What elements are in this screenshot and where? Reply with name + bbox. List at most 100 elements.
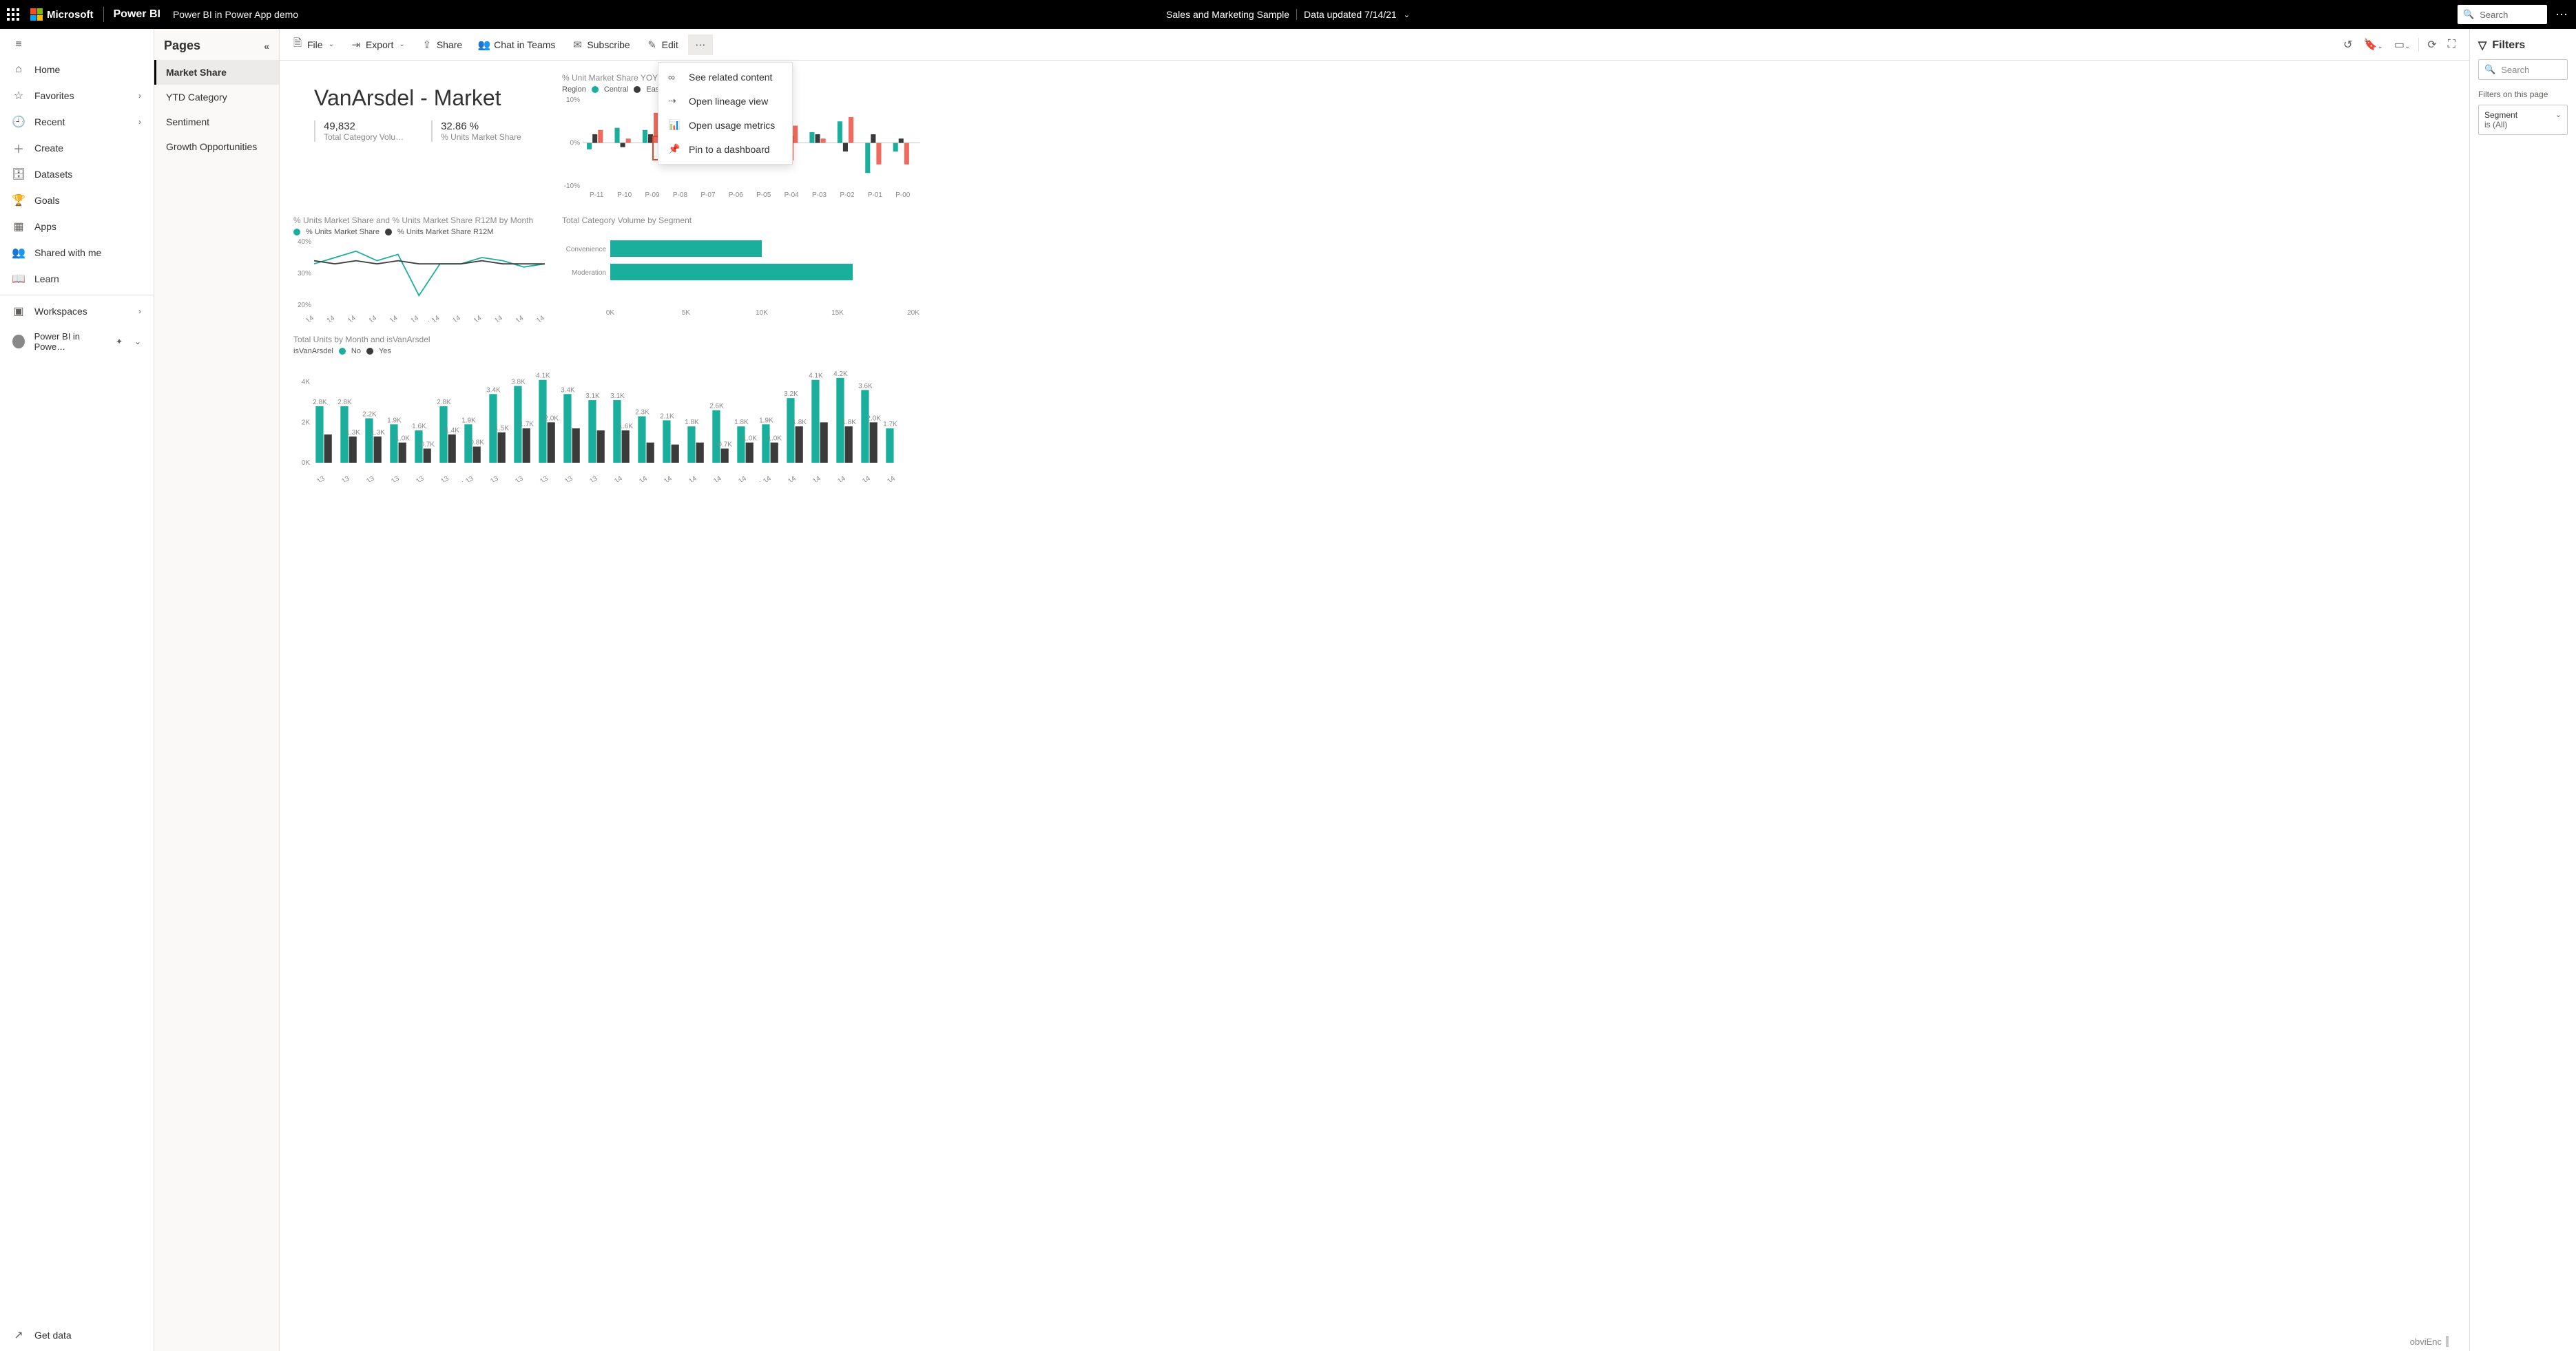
dd-lineage[interactable]: ⇢Open lineage view [658,89,792,113]
chat-teams-button[interactable]: 👥Chat in Teams [472,34,562,55]
nav-home[interactable]: ⌂Home [0,56,154,83]
filter-search[interactable]: 🔍Search [2478,59,2568,80]
chart-total-units[interactable]: Total Units by Month and isVanArsdel isV… [293,335,2455,484]
page-tab-market-share[interactable]: Market Share [154,60,279,85]
kpi-market-share[interactable]: 32.86 % % Units Market Share [431,121,521,142]
view-icon[interactable]: ▭⌄ [2391,35,2413,54]
edit-button[interactable]: ✎Edit [640,34,685,55]
svg-text:Jan-13: Jan-13 [304,474,326,482]
collapse-pages-icon[interactable]: « [264,41,269,52]
nav-shared[interactable]: 👥Shared with me [0,240,154,266]
dd-label: Pin to a dashboard [689,144,770,155]
btn-label: File [307,39,323,50]
svg-text:P-05: P-05 [756,191,771,199]
nav-favorites[interactable]: ☆Favorites› [0,83,154,109]
nav-goals[interactable]: 🏆Goals [0,187,154,213]
report-breadcrumb[interactable]: Sales and Marketing Sample Data updated … [1166,9,1410,20]
svg-text:30%: 30% [298,270,311,277]
svg-text:May-14: May-14 [700,474,723,482]
nav-create[interactable]: ＋Create [0,135,154,161]
nav-current-workspace[interactable]: Power BI in Powe…✦⌄ [0,324,154,359]
legend-item: Central [604,85,628,94]
svg-text:20K: 20K [907,309,920,317]
kpi-total-volume[interactable]: 49,832 Total Category Volu… [314,121,404,142]
share-button[interactable]: ⇪Share [415,34,469,55]
data-updated-label: Data updated 7/14/21 [1304,9,1397,20]
svg-text:Jan-14: Jan-14 [602,474,624,482]
svg-text:0.7K: 0.7K [420,441,435,448]
svg-text:2.0K: 2.0K [544,415,559,422]
clock-icon: 🕘 [12,116,25,128]
svg-text:P-03: P-03 [812,191,827,199]
svg-text:Dec-13: Dec-13 [577,474,599,482]
app-launcher-icon[interactable] [7,8,19,21]
nav-learn[interactable]: 📖Learn [0,266,154,292]
svg-text:Feb-13: Feb-13 [329,474,351,482]
svg-text:2.1K: 2.1K [660,412,674,420]
nav-label: Shared with me [34,247,101,258]
dd-related-content[interactable]: ∞See related content [658,65,792,89]
fullscreen-icon[interactable]: ⛶ [2445,36,2458,54]
more-icon: ⋯ [695,39,706,51]
svg-text:Nov-14: Nov-14 [849,474,872,482]
chart-yoy-region[interactable]: % Unit Market Share YOY C on Region Cent… [562,73,2455,202]
svg-text:Convenience: Convenience [566,246,607,253]
bookmark-icon[interactable]: 🔖⌄ [2361,35,2386,54]
svg-text:1.0K: 1.0K [767,435,782,443]
mail-icon: ✉ [572,39,583,51]
dd-usage-metrics[interactable]: 📊Open usage metrics [658,113,792,137]
nav-apps[interactable]: ▦Apps [0,213,154,240]
svg-text:5K: 5K [682,309,691,317]
nav-workspaces[interactable]: ▣Workspaces› [0,298,154,324]
filter-section-label: Filters on this page [2478,90,2568,99]
svg-text:Dec-14: Dec-14 [523,314,546,322]
svg-text:1.8K: 1.8K [792,419,807,426]
nav-recent[interactable]: 🕘Recent› [0,109,154,135]
kpi-label: Total Category Volu… [324,132,404,142]
svg-text:1.7K: 1.7K [883,421,897,428]
page-tab-growth[interactable]: Growth Opportunities [154,134,279,159]
chart-title: % Units Market Share and % Units Market … [293,216,562,225]
filter-card-segment[interactable]: Segment is (All) ⌄ [2478,105,2568,135]
trophy-icon: 🏆 [12,194,25,207]
file-menu[interactable]: 🗎File⌄ [285,32,341,57]
subscribe-button[interactable]: ✉Subscribe [565,34,636,55]
svg-text:1.9K: 1.9K [759,417,773,424]
page-tab-sentiment[interactable]: Sentiment [154,109,279,134]
svg-text:Dec-14: Dec-14 [874,474,897,482]
product-name[interactable]: Power BI [114,8,160,21]
nav-datasets[interactable]: 🗄Datasets [0,161,154,187]
filter-icon: ▽ [2478,39,2486,52]
svg-text:0%: 0% [570,140,581,147]
workspace-name[interactable]: Power BI in Power App demo [173,9,298,20]
chart-segment-volume[interactable]: Total Category Volume by Segment Conveni… [562,216,2455,324]
svg-text:Moderation: Moderation [572,269,606,277]
svg-text:1.3K: 1.3K [371,429,385,437]
workspaces-icon: ▣ [12,305,25,317]
more-icon[interactable]: ⋯ [2555,8,2569,22]
grouped-bar-chart-svg: 0K2K4K2.8KJan-132.8K1.3KFeb-132.2K1.3KMa… [293,358,913,482]
refresh-icon[interactable]: ⟳ [2424,35,2439,54]
svg-text:Oct-14: Oct-14 [826,474,847,482]
chart-title: Total Category Volume by Segment [562,216,2455,225]
chart-line-share[interactable]: % Units Market Share and % Units Market … [293,216,562,324]
related-icon: ∞ [668,72,681,83]
more-actions-button[interactable]: ⋯ [688,34,713,55]
svg-text:Mar-14: Mar-14 [651,474,674,482]
svg-text:Apr-14: Apr-14 [357,314,378,322]
dd-pin-dashboard[interactable]: 📌Pin to a dashboard [658,137,792,161]
legend-label: isVanArsdel [293,347,333,355]
nav-label: Learn [34,273,59,284]
page-label: Growth Opportunities [166,141,257,152]
share-icon: ⇪ [422,39,433,51]
action-bar: 🗎File⌄ ⇥Export⌄ ⇪Share 👥Chat in Teams ✉S… [280,29,2469,61]
svg-text:Aug-14: Aug-14 [439,314,462,322]
hamburger-icon[interactable]: ≡ [0,33,154,56]
reset-icon[interactable]: ↺ [2340,35,2355,54]
page-tab-ytd[interactable]: YTD Category [154,85,279,109]
dd-label: Open lineage view [689,96,768,107]
export-menu[interactable]: ⇥Export⌄ [344,34,412,55]
home-icon: ⌂ [12,63,25,76]
get-data-button[interactable]: ↗Get data [0,1319,154,1351]
global-search[interactable]: 🔍 Search [2458,5,2547,24]
